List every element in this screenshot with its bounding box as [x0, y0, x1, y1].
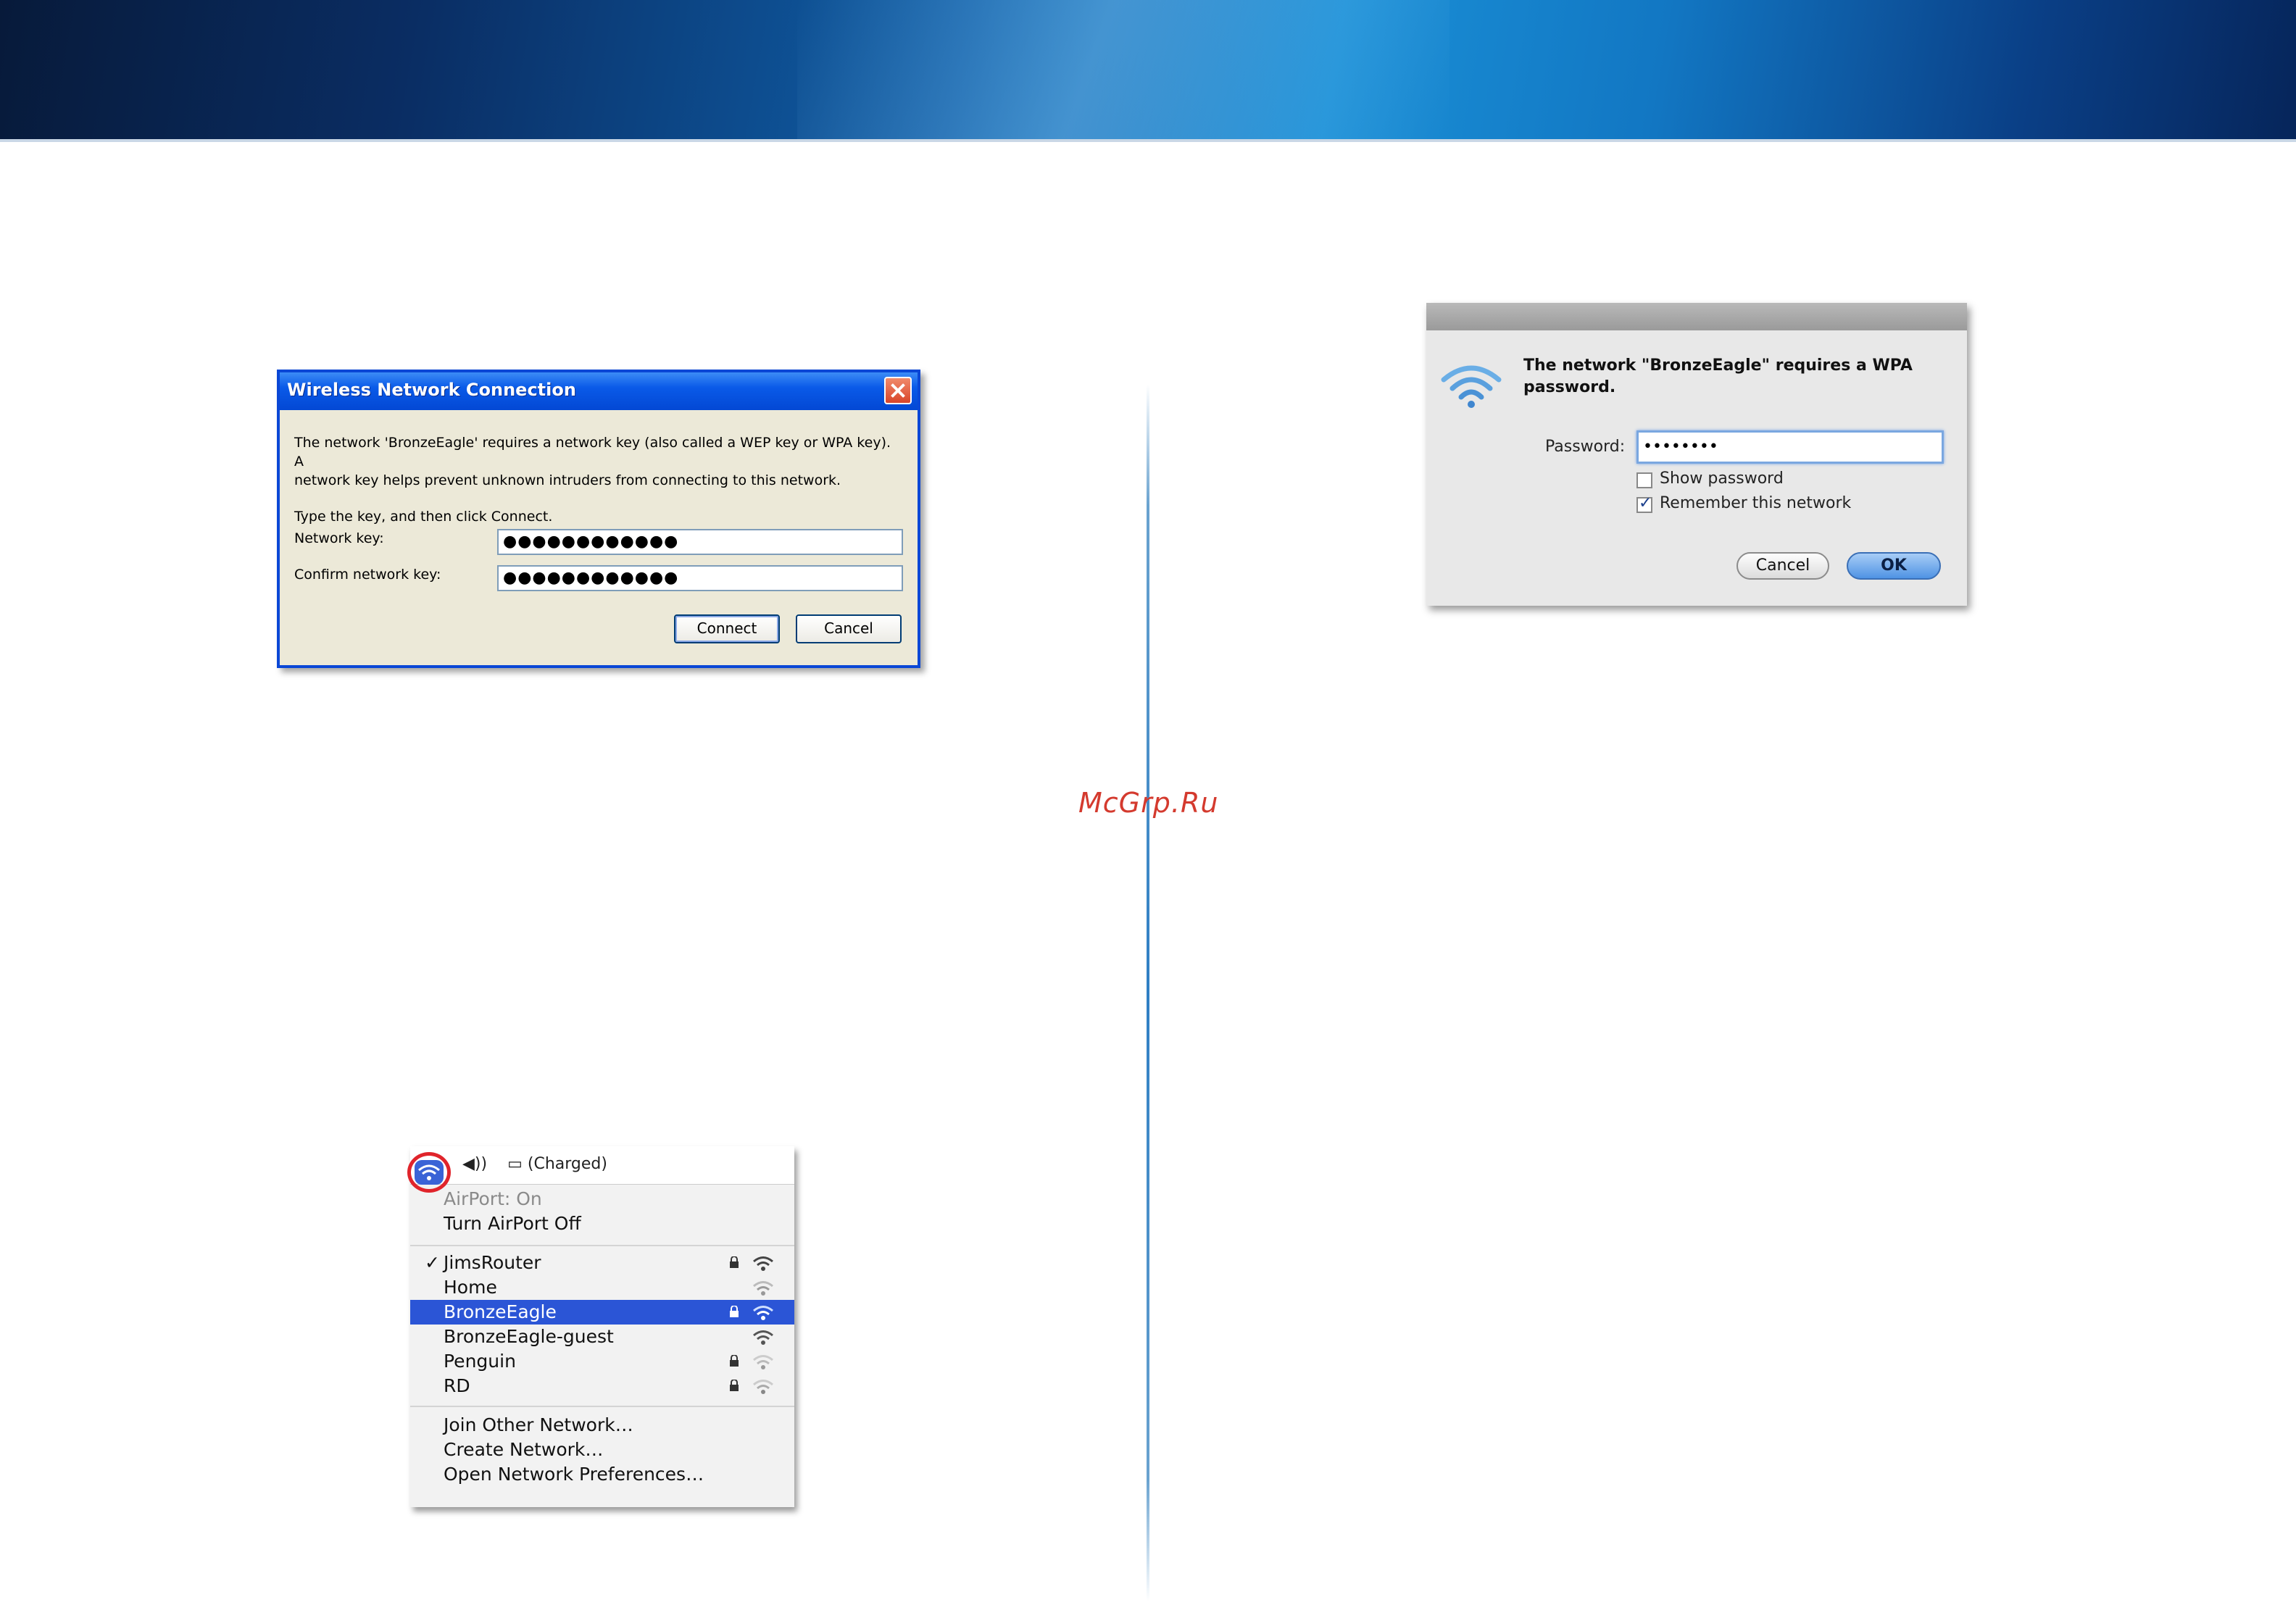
remember-network-label: Remember this network: [1660, 494, 1852, 512]
airport-menu: ◀)) ▭ (Charged) AirPort: On Turn AirPort…: [407, 1146, 794, 1507]
banner-sheen: [797, 0, 1449, 139]
column-divider: [1147, 384, 1149, 1601]
sheet-message: The network "BronzeEagle" requires a WPA…: [1523, 355, 1944, 399]
wifi-signal-icon: [753, 1281, 773, 1296]
instruction-text: Type the key, and then click Connect.: [294, 509, 553, 525]
dialog-title: Wireless Network Connection: [287, 380, 576, 400]
volume-icon[interactable]: ◀)): [462, 1155, 487, 1173]
cancel-button[interactable]: Cancel: [796, 614, 902, 643]
lock-icon: [730, 1355, 739, 1367]
show-password-label: Show password: [1660, 470, 1784, 488]
network-key-label: Network key:: [294, 530, 384, 546]
password-input[interactable]: ••••••••: [1636, 430, 1944, 464]
network-item-jimsrouter[interactable]: ✓ JimsRouter: [410, 1251, 794, 1275]
menu-separator: [410, 1245, 794, 1246]
airport-icon[interactable]: [415, 1160, 444, 1185]
sheet-top-bar: [1426, 303, 1967, 330]
checkmark-icon: ✓: [425, 1252, 440, 1273]
password-label: Password:: [1545, 438, 1626, 456]
network-item-bronzeeagle[interactable]: BronzeEagle: [410, 1300, 794, 1325]
lock-icon: [730, 1380, 739, 1391]
watermark: McGrp.Ru: [1078, 787, 1219, 819]
confirm-network-key-label: Confirm network key:: [294, 567, 441, 583]
menu-bar: ◀)) ▭ (Charged): [407, 1146, 794, 1193]
sheet-message-line-1: The network "BronzeEagle" requires a WPA: [1523, 356, 1913, 375]
wifi-icon: [1441, 365, 1502, 408]
wpa-password-sheet: The network "BronzeEagle" requires a WPA…: [1426, 303, 1967, 606]
airport-status: AirPort: On: [444, 1188, 542, 1209]
wifi-signal-icon: [753, 1256, 773, 1271]
network-item-penguin[interactable]: Penguin: [410, 1349, 794, 1374]
wifi-signal-icon: [753, 1306, 773, 1320]
close-icon[interactable]: [884, 377, 912, 404]
confirm-network-key-input[interactable]: ●●●●●●●●●●●●: [497, 565, 903, 591]
message-line-2: network key helps prevent unknown intrud…: [294, 472, 841, 488]
battery-icon[interactable]: ▭: [507, 1155, 523, 1173]
battery-status: (Charged): [527, 1155, 607, 1173]
lock-icon: [730, 1256, 739, 1268]
menubar-icons: ◀)) ▭ (Charged): [462, 1155, 607, 1173]
network-item-bronzeeagle-guest[interactable]: BronzeEagle-guest: [410, 1325, 794, 1349]
create-network-item[interactable]: Create Network…: [410, 1438, 794, 1462]
message-line-1: The network 'BronzeEagle' requires a net…: [294, 435, 891, 470]
show-password-checkbox[interactable]: [1636, 472, 1652, 488]
connect-button[interactable]: Connect: [674, 614, 780, 643]
sheet-message-line-2: password.: [1523, 378, 1616, 396]
wifi-signal-icon: [753, 1330, 773, 1345]
ok-button[interactable]: OK: [1847, 552, 1941, 580]
dialog-title-bar[interactable]: Wireless Network Connection: [280, 372, 918, 410]
turn-airport-off-item[interactable]: Turn AirPort Off: [410, 1211, 794, 1236]
network-item-rd[interactable]: RD: [410, 1374, 794, 1398]
lock-icon: [730, 1306, 739, 1317]
wifi-signal-icon: [753, 1355, 773, 1369]
network-item-home[interactable]: Home: [410, 1275, 794, 1300]
join-other-network-item[interactable]: Join Other Network…: [410, 1413, 794, 1438]
cancel-button[interactable]: Cancel: [1736, 552, 1829, 580]
network-key-input[interactable]: ●●●●●●●●●●●●: [497, 529, 903, 555]
wifi-signal-icon: [753, 1380, 773, 1394]
dialog-message: The network 'BronzeEagle' requires a net…: [294, 433, 896, 526]
header-banner: [0, 0, 2296, 142]
open-network-preferences-item[interactable]: Open Network Preferences…: [410, 1462, 794, 1487]
wireless-network-connection-dialog: Wireless Network Connection The network …: [277, 370, 920, 668]
remember-network-checkbox[interactable]: [1636, 494, 1652, 513]
menu-separator: [410, 1406, 794, 1407]
